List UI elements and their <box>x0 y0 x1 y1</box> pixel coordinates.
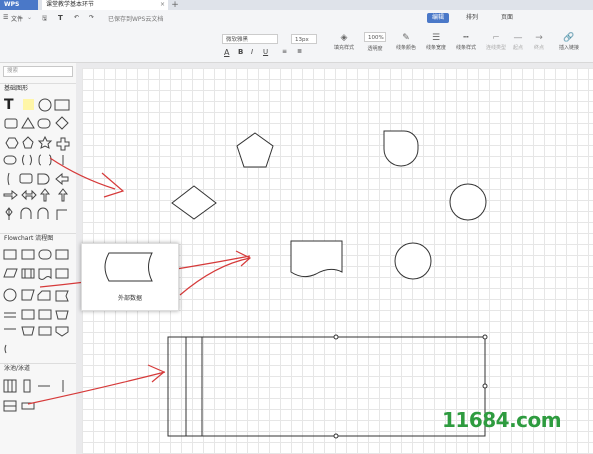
canvas-circle-1 <box>449 183 487 221</box>
canvas-drop-shape <box>383 130 419 167</box>
canvas-document-shape <box>290 240 343 278</box>
canvas-pentagon <box>236 132 274 168</box>
canvas-circle-2 <box>394 242 432 280</box>
shape-preview-popup: 外部数据 <box>81 243 179 311</box>
watermark-logo: 11684.com <box>442 408 562 432</box>
canvas-swimlane-container <box>167 336 486 437</box>
canvas-shapes-layer <box>27 130 488 439</box>
popup-label: 外部数据 <box>117 295 142 302</box>
external-data-shape-preview <box>104 252 153 282</box>
canvas-diamond <box>171 185 217 220</box>
